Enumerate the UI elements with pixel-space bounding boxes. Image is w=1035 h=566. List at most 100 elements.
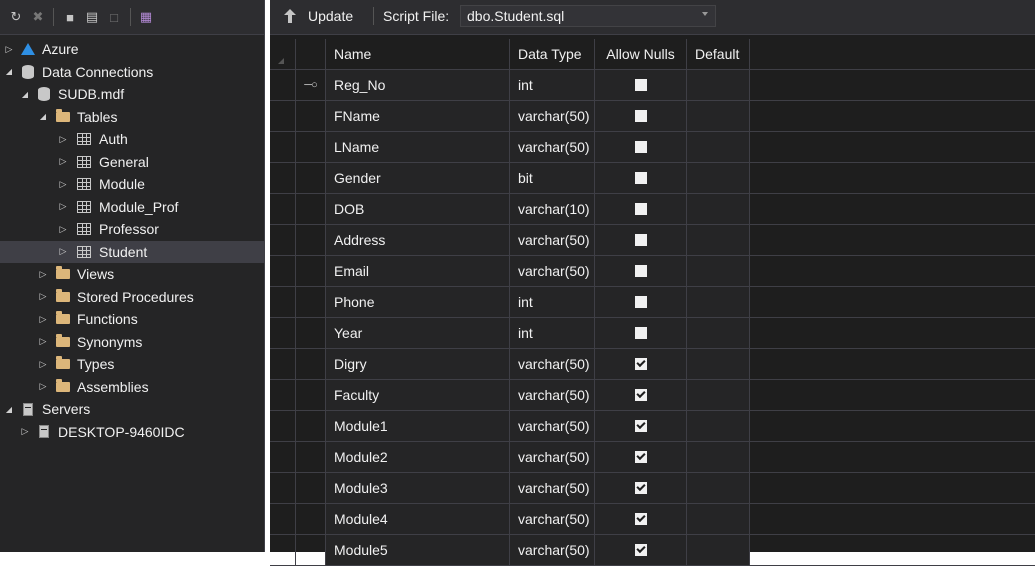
- column-row[interactable]: LName varchar(50): [270, 132, 1035, 163]
- column-name-cell[interactable]: Gender: [326, 163, 510, 193]
- allow-nulls-cell[interactable]: [595, 318, 687, 348]
- expanded-arrow-icon[interactable]: ◢: [20, 88, 30, 100]
- update-icon[interactable]: [284, 9, 296, 23]
- column-row[interactable]: FName varchar(50): [270, 101, 1035, 132]
- collapsed-arrow-icon[interactable]: ▷: [58, 178, 68, 190]
- column-row[interactable]: Module3 varchar(50): [270, 473, 1035, 504]
- expanded-arrow-icon[interactable]: ◢: [4, 403, 14, 415]
- allow-nulls-cell[interactable]: [595, 504, 687, 534]
- tree-item[interactable]: ◢ Tables: [0, 106, 264, 129]
- allow-nulls-checkbox[interactable]: [634, 513, 647, 525]
- column-name-cell[interactable]: Address: [326, 225, 510, 255]
- column-row[interactable]: Email varchar(50): [270, 256, 1035, 287]
- stop-icon[interactable]: ✖: [30, 9, 46, 25]
- default-cell[interactable]: [687, 132, 750, 162]
- row-selector[interactable]: [270, 473, 296, 503]
- column-row[interactable]: Module4 varchar(50): [270, 504, 1035, 535]
- add-table-icon[interactable]: □: [106, 9, 122, 25]
- default-cell[interactable]: [687, 442, 750, 472]
- collapsed-arrow-icon[interactable]: ▷: [38, 291, 48, 303]
- column-name-cell[interactable]: Faculty: [326, 380, 510, 410]
- header-allow-nulls[interactable]: Allow Nulls: [595, 39, 687, 69]
- collapsed-arrow-icon[interactable]: ▷: [58, 223, 68, 235]
- column-type-cell[interactable]: varchar(10): [510, 194, 595, 224]
- default-cell[interactable]: [687, 380, 750, 410]
- default-cell[interactable]: [687, 349, 750, 379]
- collapsed-arrow-icon[interactable]: ▷: [38, 381, 48, 393]
- expanded-arrow-icon[interactable]: ◢: [38, 111, 48, 123]
- header-default[interactable]: Default: [687, 39, 750, 69]
- row-selector[interactable]: [270, 504, 296, 534]
- row-selector[interactable]: [270, 101, 296, 131]
- tree-item[interactable]: ▷ Views: [0, 263, 264, 286]
- row-selector[interactable]: [270, 194, 296, 224]
- column-type-cell[interactable]: varchar(50): [510, 380, 595, 410]
- row-selector[interactable]: [270, 411, 296, 441]
- allow-nulls-checkbox[interactable]: [634, 110, 647, 122]
- default-cell[interactable]: [687, 163, 750, 193]
- allow-nulls-cell[interactable]: [595, 194, 687, 224]
- tree-item[interactable]: ▷ Student: [0, 240, 264, 263]
- default-cell[interactable]: [687, 101, 750, 131]
- allow-nulls-checkbox[interactable]: [634, 358, 647, 370]
- allow-nulls-checkbox[interactable]: [634, 265, 647, 277]
- collapsed-arrow-icon[interactable]: ▷: [38, 313, 48, 325]
- row-selector[interactable]: [270, 225, 296, 255]
- expanded-arrow-icon[interactable]: ◢: [4, 66, 14, 78]
- column-type-cell[interactable]: int: [510, 70, 595, 100]
- tree-item[interactable]: ▷ Auth: [0, 128, 264, 151]
- allow-nulls-checkbox[interactable]: [634, 451, 647, 463]
- diagram-icon[interactable]: ▦: [138, 9, 154, 25]
- column-name-cell[interactable]: LName: [326, 132, 510, 162]
- tree-item[interactable]: ◢ SUDB.mdf: [0, 83, 264, 106]
- tree-item[interactable]: ▷ Assemblies: [0, 376, 264, 399]
- default-cell[interactable]: [687, 194, 750, 224]
- column-row[interactable]: Year int: [270, 318, 1035, 349]
- column-type-cell[interactable]: int: [510, 287, 595, 317]
- allow-nulls-checkbox[interactable]: [634, 141, 647, 153]
- allow-nulls-cell[interactable]: [595, 256, 687, 286]
- allow-nulls-cell[interactable]: [595, 473, 687, 503]
- column-type-cell[interactable]: varchar(50): [510, 504, 595, 534]
- column-name-cell[interactable]: Digry: [326, 349, 510, 379]
- collapsed-arrow-icon[interactable]: ▷: [20, 426, 30, 438]
- row-selector[interactable]: [270, 380, 296, 410]
- tree-item[interactable]: ▷ DESKTOP-9460IDC: [0, 421, 264, 444]
- tree-item[interactable]: ◢ Data Connections: [0, 61, 264, 84]
- header-name[interactable]: Name: [326, 39, 510, 69]
- column-type-cell[interactable]: varchar(50): [510, 535, 595, 565]
- add-database-icon[interactable]: ■: [62, 9, 78, 25]
- allow-nulls-cell[interactable]: [595, 163, 687, 193]
- collapsed-arrow-icon[interactable]: ▷: [38, 268, 48, 280]
- allow-nulls-cell[interactable]: [595, 442, 687, 472]
- column-type-cell[interactable]: varchar(50): [510, 256, 595, 286]
- column-name-cell[interactable]: Reg_No: [326, 70, 510, 100]
- default-cell[interactable]: [687, 411, 750, 441]
- column-name-cell[interactable]: Year: [326, 318, 510, 348]
- column-type-cell[interactable]: varchar(50): [510, 442, 595, 472]
- row-selector[interactable]: [270, 349, 296, 379]
- column-type-cell[interactable]: bit: [510, 163, 595, 193]
- column-name-cell[interactable]: Email: [326, 256, 510, 286]
- column-type-cell[interactable]: int: [510, 318, 595, 348]
- allow-nulls-checkbox[interactable]: [634, 234, 647, 246]
- allow-nulls-cell[interactable]: [595, 411, 687, 441]
- column-name-cell[interactable]: Module2: [326, 442, 510, 472]
- column-type-cell[interactable]: varchar(50): [510, 132, 595, 162]
- add-server-icon[interactable]: ▤: [84, 9, 100, 25]
- default-cell[interactable]: [687, 70, 750, 100]
- default-cell[interactable]: [687, 287, 750, 317]
- allow-nulls-checkbox[interactable]: [634, 203, 647, 215]
- column-row[interactable]: Digry varchar(50): [270, 349, 1035, 380]
- default-cell[interactable]: [687, 318, 750, 348]
- allow-nulls-checkbox[interactable]: [634, 79, 647, 91]
- column-type-cell[interactable]: varchar(50): [510, 473, 595, 503]
- column-row[interactable]: Module2 varchar(50): [270, 442, 1035, 473]
- collapsed-arrow-icon[interactable]: ▷: [58, 201, 68, 213]
- allow-nulls-cell[interactable]: [595, 70, 687, 100]
- collapsed-arrow-icon[interactable]: ▷: [4, 43, 14, 55]
- select-all-corner[interactable]: [270, 39, 296, 69]
- tree-item[interactable]: ▷ Module: [0, 173, 264, 196]
- default-cell[interactable]: [687, 473, 750, 503]
- column-name-cell[interactable]: Module5: [326, 535, 510, 565]
